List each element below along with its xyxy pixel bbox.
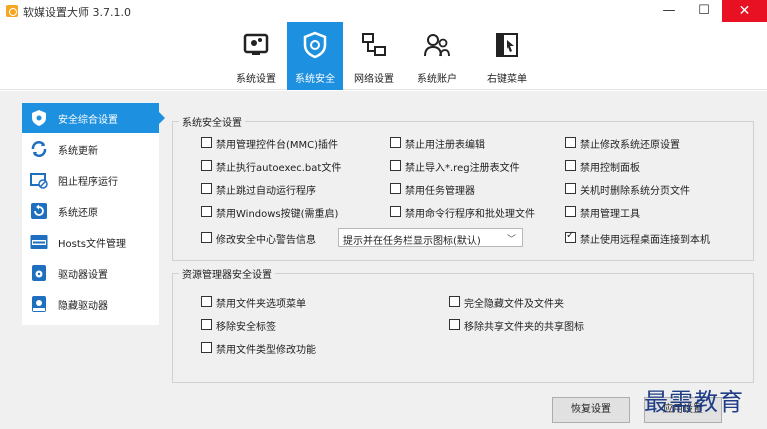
checkbox-box[interactable] [390,183,401,194]
group-title: 资源管理器安全设置 [179,266,275,281]
checkbox-box[interactable] [449,296,460,307]
checkbox-box[interactable] [565,160,576,171]
checkbox-box[interactable] [565,230,576,243]
checkbox-box[interactable] [390,160,401,171]
checkbox-label: 禁用命令行程序和批处理文件 [405,209,535,220]
checkbox-box[interactable] [201,160,212,171]
checkbox-label: 禁用文件类型修改功能 [216,345,316,356]
checkbox-label: 禁止跳过自动运行程序 [216,186,316,197]
checkbox-box[interactable] [449,319,460,330]
sidebar-item-label: 隐藏驱动器 [58,301,108,312]
checkbox-box[interactable] [565,183,576,194]
group-title: 系统安全设置 [179,114,245,129]
checkbox-label: 禁用管理控件台(MMC)插件 [216,140,339,151]
checkbox-box[interactable] [390,206,401,217]
close-button[interactable]: ✕ [722,0,767,22]
window-title: 软媒设置大师 3.7.1.0 [23,6,131,19]
drive-icon [32,265,46,281]
sidebar-item-hide-drives[interactable]: 隐藏驱动器 [22,289,159,319]
tab-context-menu[interactable]: 右键菜单 [479,22,535,90]
tab-system-settings[interactable]: 系统设置 [228,22,284,90]
checkbox-label: 禁用文件夹选项菜单 [216,299,306,310]
block-app-icon [30,173,48,189]
restore-icon [31,203,47,219]
sidebar-item-label: 驱动器设置 [58,270,108,281]
restore-settings-button[interactable]: 恢复设置 [552,397,630,423]
shield-icon [32,110,46,126]
system-settings-icon [243,33,269,55]
sidebar-item-label: Hosts文件管理 [58,239,126,250]
sidebar-item-label: 系统还原 [58,208,98,219]
tab-label: 系统账户 [417,74,457,85]
cursor-icon [496,33,518,57]
checkbox-label: 禁止使用远程桌面连接到本机 [580,235,710,246]
tab-label: 网络设置 [354,74,394,85]
sidebar-item-label: 阻止程序运行 [58,177,118,188]
app-logo-icon [6,5,18,17]
hosts-file-icon [30,235,48,249]
checkbox-box[interactable] [201,342,212,353]
checkbox-label: 禁止执行autoexec.bat文件 [216,163,342,174]
tab-system-accounts[interactable]: 系统账户 [409,22,465,90]
hidden-drive-icon [32,296,46,312]
tab-label: 右键菜单 [487,74,527,85]
checkbox-box[interactable] [201,296,212,307]
sidebar-item-drive-settings[interactable]: 驱动器设置 [22,258,159,288]
shield-icon [303,31,327,59]
tab-system-security[interactable]: 系统安全 [287,22,343,90]
tab-network-settings[interactable]: 网络设置 [346,22,402,90]
checkbox-label: 禁用任务管理器 [405,186,475,197]
tab-label: 系统设置 [236,74,276,85]
sidebar-item-security-overview[interactable]: 安全综合设置 [22,103,165,133]
maximize-button[interactable]: ☐ [687,0,721,22]
checkbox-box[interactable] [201,137,212,148]
checkbox-label: 禁用管理工具 [580,209,640,220]
checkbox-box[interactable] [390,137,401,148]
checkbox-label: 禁止修改系统还原设置 [580,140,680,151]
network-icon [362,33,386,56]
checkbox-box[interactable] [201,183,212,194]
users-icon [424,34,450,57]
main-panel: 安全综合设置 系统更新 阻止程序运行 系统还原 Hosts文件管理 驱动器设置 … [0,91,767,429]
sidebar-item-block-programs[interactable]: 阻止程序运行 [22,165,159,195]
checkbox-label: 禁止用注册表编辑 [405,140,485,151]
checkbox-box[interactable] [201,206,212,217]
main-toolbar: 系统设置 系统安全 网络设置 系统账户 右键菜单 [0,22,767,90]
checkbox-box[interactable] [565,137,576,148]
refresh-icon [31,141,47,157]
dropdown-value: 提示并在任务栏显示图标(默认) [343,236,481,247]
checkbox-box[interactable] [201,319,212,330]
sidebar-item-hosts-file[interactable]: Hosts文件管理 [22,227,159,257]
checkbox-label: 移除安全标签 [216,322,276,333]
checkbox-label: 禁用Windows按键(需重启) [216,209,339,220]
checkbox-label: 完全隐藏文件及文件夹 [464,299,564,310]
checkbox-label: 禁用控制面板 [580,163,640,174]
sidebar: 安全综合设置 系统更新 阻止程序运行 系统还原 Hosts文件管理 驱动器设置 … [22,103,165,325]
sidebar-item-label: 系统更新 [58,146,98,157]
title-bar: 软媒设置大师 3.7.1.0 — ☐ ✕ [0,0,767,22]
tab-label: 系统安全 [295,74,335,85]
sidebar-item-system-restore[interactable]: 系统还原 [22,196,159,226]
checkbox-label: 关机时删除系统分页文件 [580,186,690,197]
security-center-dropdown[interactable]: 提示并在任务栏显示图标(默认) ﹀ [338,228,523,247]
sidebar-item-system-update[interactable]: 系统更新 [22,134,159,164]
checkbox-box[interactable] [201,232,212,243]
checkbox-box[interactable] [565,206,576,217]
sidebar-item-label: 安全综合设置 [58,115,118,126]
minimize-button[interactable]: — [652,0,686,22]
checkbox-label: 修改安全中心警告信息 [216,235,316,246]
watermark-text: 最需教育 [644,388,744,416]
chevron-down-icon: ﹀ [506,235,516,245]
checkbox-label: 禁止导入*.reg注册表文件 [405,163,520,174]
checkbox-label: 移除共享文件夹的共享图标 [464,322,584,333]
